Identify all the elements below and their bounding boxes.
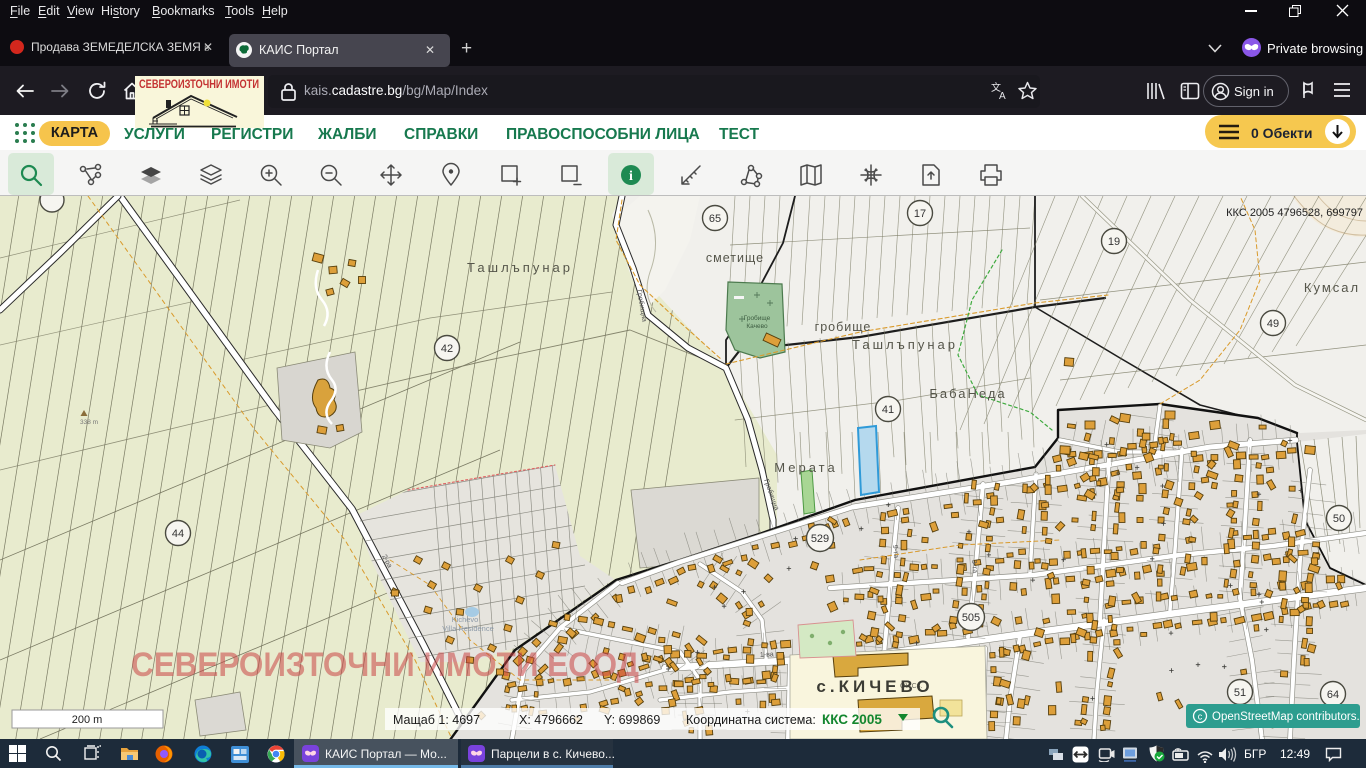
svg-text:Y: 699869: Y: 699869: [604, 713, 660, 727]
svg-text:17: 17: [914, 208, 926, 220]
svg-text:41: 41: [882, 404, 894, 416]
svg-text:сметище: сметище: [706, 251, 764, 265]
svg-text:OpenStreetMap contributors.: OpenStreetMap contributors.: [1212, 711, 1360, 723]
svg-text:Kichevo: Kichevo: [452, 615, 479, 624]
svg-text:БабаНеда: БабаНеда: [929, 386, 1006, 401]
svg-text:51: 51: [1234, 687, 1246, 699]
svg-text:64: 64: [1327, 689, 1339, 701]
svg-text:Гробище: Гробище: [744, 314, 771, 322]
svg-text:49: 49: [1267, 318, 1279, 330]
svg-text:с.КИЧЕВО: с.КИЧЕВО: [816, 677, 933, 696]
svg-text:СЕВЕРОИЗТОЧНИ ИМОТИ: СЕВЕРОИЗТОЧНИ ИМОТИ: [139, 79, 259, 91]
svg-text:Мерата: Мерата: [774, 460, 837, 475]
svg-text:505: 505: [962, 612, 980, 624]
svg-text:СЕВЕРОИЗТОЧНИ ИМОТИ ЕООД: СЕВЕРОИЗТОЧНИ ИМОТИ ЕООД: [131, 646, 639, 684]
svg-text:Мащаб 1: 4697: Мащаб 1: 4697: [393, 713, 480, 727]
svg-text:65: 65: [709, 213, 721, 225]
svg-text:529: 529: [811, 533, 829, 545]
svg-text:ККС 2005 4796528, 699797: ККС 2005 4796528, 699797: [1226, 207, 1363, 219]
svg-text:50: 50: [1333, 513, 1345, 525]
svg-text:Ташлъпунар: Ташлъпунар: [852, 337, 958, 352]
svg-text:Villa Residence: Villa Residence: [442, 624, 494, 633]
svg-text:338 m: 338 m: [80, 419, 98, 426]
svg-text:9-та: 9-та: [891, 545, 899, 559]
svg-text:гробище: гробище: [815, 320, 872, 334]
svg-text:Ташлъпунар: Ташлъпунар: [467, 260, 573, 275]
svg-text:Качево: Качево: [746, 323, 768, 330]
svg-text:ККС 2005: ККС 2005: [822, 712, 882, 727]
svg-text:19: 19: [1108, 236, 1120, 248]
svg-text:X: 4796662: X: 4796662: [519, 713, 583, 727]
svg-text:A: A: [999, 91, 1006, 101]
svg-text:1-ва: 1-ва: [760, 651, 774, 659]
svg-text:Кумсал: Кумсал: [1304, 280, 1360, 295]
svg-text:Координатна система:: Координатна система:: [686, 713, 816, 727]
svg-text:42: 42: [441, 343, 453, 355]
svg-text:200 m: 200 m: [72, 714, 103, 726]
svg-text:c: c: [1198, 712, 1203, 722]
svg-text:i: i: [629, 169, 633, 184]
svg-text:44: 44: [172, 528, 184, 540]
svg-text:3-та: 3-та: [970, 560, 978, 574]
